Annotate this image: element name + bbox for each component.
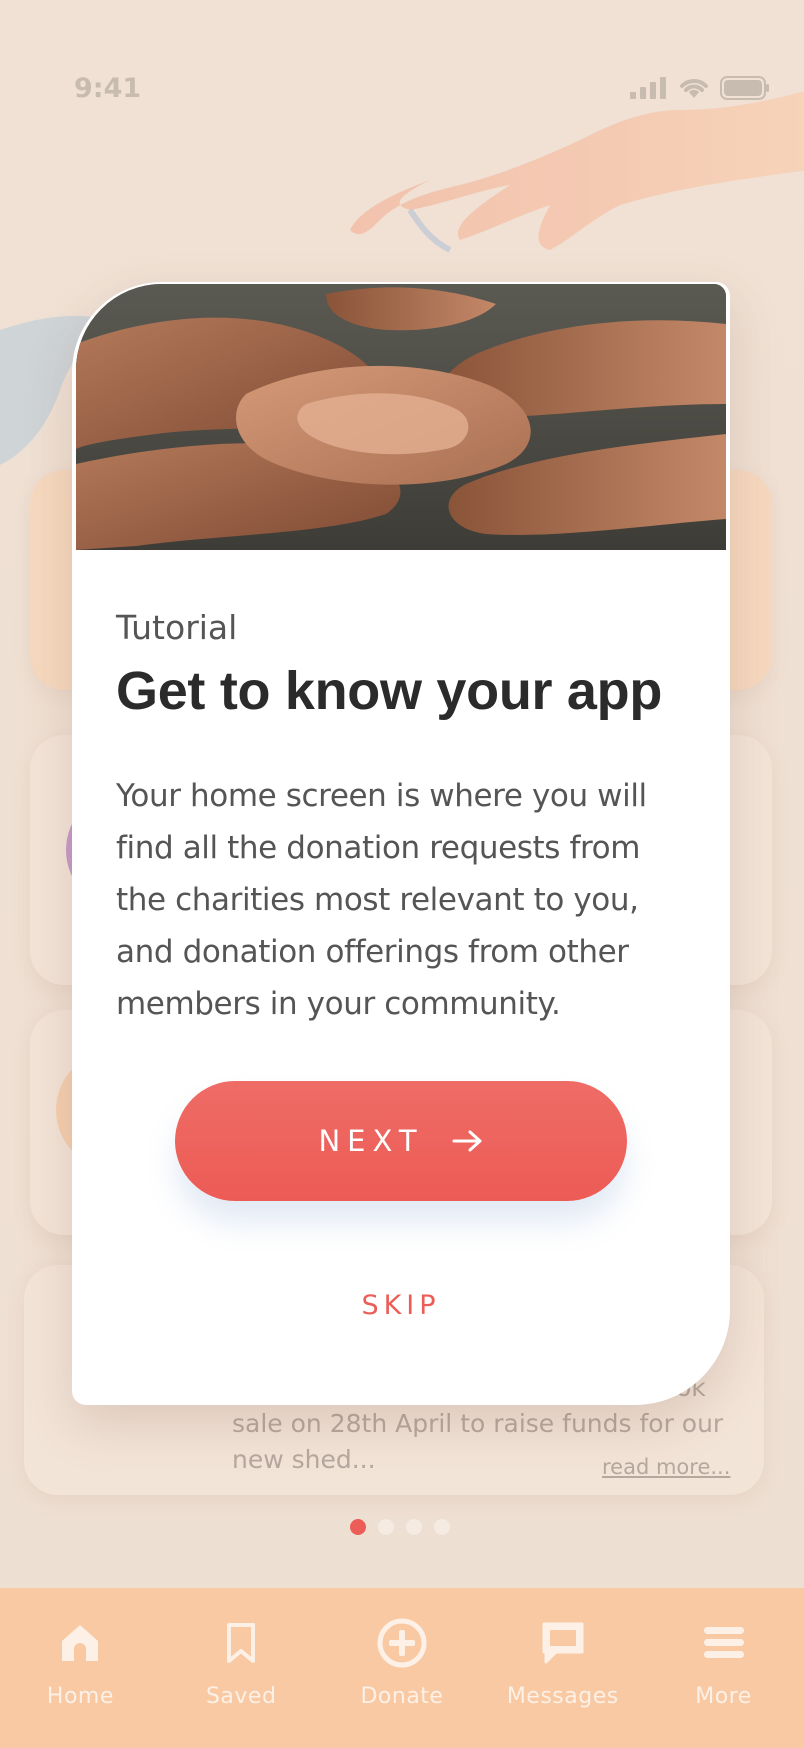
nav-label-donate: Donate [360, 1684, 444, 1709]
tutorial-title: Get to know your app [116, 661, 663, 721]
pagination-dot-2[interactable] [378, 1519, 394, 1535]
hands-photo-illustration [76, 284, 726, 550]
skip-button[interactable]: SKIP [72, 1290, 730, 1321]
tutorial-eyebrow: Tutorial [116, 608, 238, 647]
nav-item-donate[interactable]: Donate [327, 1616, 477, 1709]
nav-label-saved: Saved [205, 1684, 277, 1709]
menu-icon [697, 1616, 751, 1670]
nav-item-saved[interactable]: Saved [166, 1616, 316, 1709]
read-more-link[interactable]: read more... [602, 1455, 730, 1479]
tutorial-body: Your home screen is where you will find … [116, 778, 647, 1022]
nav-label-more: More [695, 1684, 752, 1709]
pagination-dots [350, 1519, 450, 1535]
nav-item-messages[interactable]: Messages [488, 1616, 638, 1709]
chat-icon [536, 1616, 590, 1670]
pagination-dot-1[interactable] [350, 1519, 366, 1535]
bookmark-icon [214, 1616, 268, 1670]
nav-label-messages: Messages [506, 1684, 619, 1709]
app-screen: 9:41 ok sale on 28th April to raise fund… [0, 0, 804, 1748]
nav-label-home: Home [46, 1684, 114, 1709]
pagination-dot-3[interactable] [406, 1519, 422, 1535]
pagination-dot-4[interactable] [434, 1519, 450, 1535]
arrow-right-icon [452, 1130, 482, 1152]
tutorial-modal: Tutorial Get to know your app Your home … [72, 282, 730, 1405]
next-button-label: NEXT [318, 1124, 424, 1158]
home-icon [53, 1616, 107, 1670]
nav-item-more[interactable]: More [649, 1616, 799, 1709]
nav-item-home[interactable]: Home [5, 1616, 155, 1709]
watercolor-hand-illustration [350, 91, 804, 253]
next-button[interactable]: NEXT [175, 1081, 627, 1201]
hands-photo [76, 284, 726, 550]
bottom-navigation: Home Saved Donate Messages More [0, 1588, 804, 1748]
background-post-line3: new shed... [232, 1445, 376, 1474]
background-post-line2: sale on 28th April to raise funds for ou… [232, 1409, 724, 1438]
status-time: 9:41 [74, 72, 142, 104]
plus-circle-icon [375, 1616, 429, 1670]
